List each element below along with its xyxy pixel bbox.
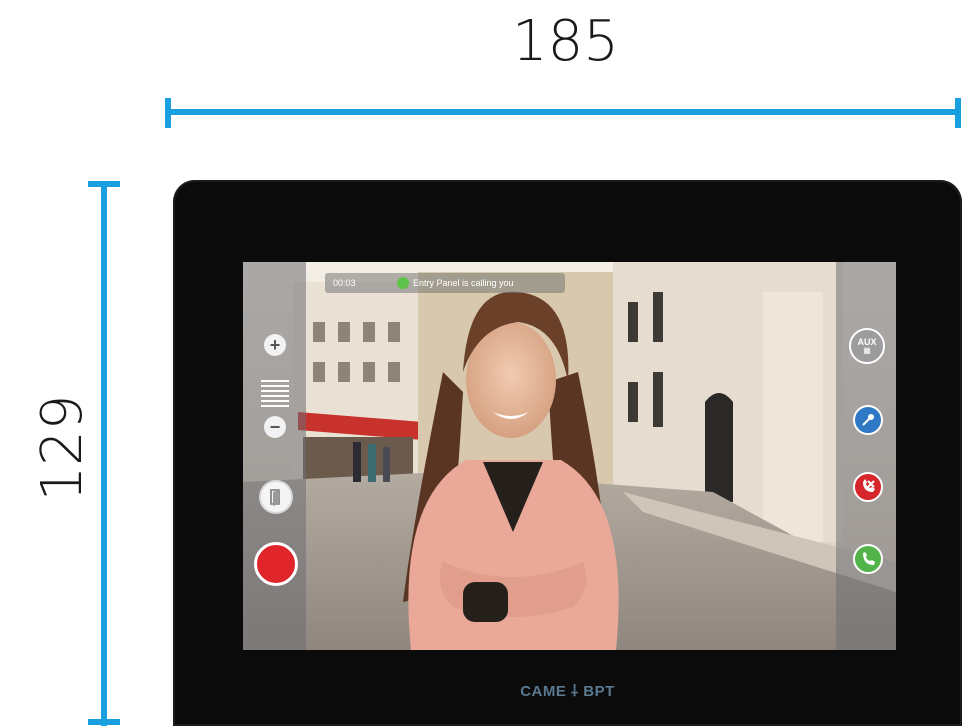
keypad-grid-icon: ▦ — [863, 346, 871, 355]
key-button[interactable] — [853, 405, 883, 435]
volume-level-indicator — [261, 380, 289, 410]
width-dimension-label: 185 — [512, 9, 619, 74]
minus-icon: − — [269, 417, 281, 437]
call-timer: 00:03 — [333, 278, 356, 288]
brand-logo: CAME ⸸ BPT — [173, 681, 962, 701]
phone-icon — [863, 552, 875, 565]
height-dimension-label: 129 — [30, 394, 95, 502]
call-status-bar: 00:03 Entry Panel is calling you — [325, 273, 565, 293]
volume-up-button[interactable]: + — [264, 334, 286, 356]
hang-up-icon — [863, 479, 875, 492]
left-control-panel: + − — [243, 262, 306, 650]
record-button[interactable] — [254, 542, 298, 586]
hang-up-button[interactable] — [853, 472, 883, 502]
aux-button[interactable]: AUX ▦ — [849, 328, 885, 364]
door-open-icon — [270, 489, 280, 506]
camera-feed-image — [243, 262, 896, 650]
answer-call-button[interactable] — [853, 544, 883, 574]
video-screen: + − 00:03 Entry Panel is calling you AUX… — [243, 262, 896, 650]
width-dimension-line — [165, 98, 961, 128]
plus-icon: + — [269, 335, 281, 355]
call-status-message: Entry Panel is calling you — [413, 278, 514, 288]
door-open-button[interactable] — [259, 480, 293, 514]
status-indicator-dot — [397, 277, 409, 289]
brand-name: CAME ⸸ BPT — [520, 683, 615, 700]
volume-down-button[interactable]: − — [264, 416, 286, 438]
right-control-panel: AUX ▦ — [836, 262, 896, 650]
key-icon — [862, 414, 874, 426]
height-dimension-line — [88, 181, 120, 726]
